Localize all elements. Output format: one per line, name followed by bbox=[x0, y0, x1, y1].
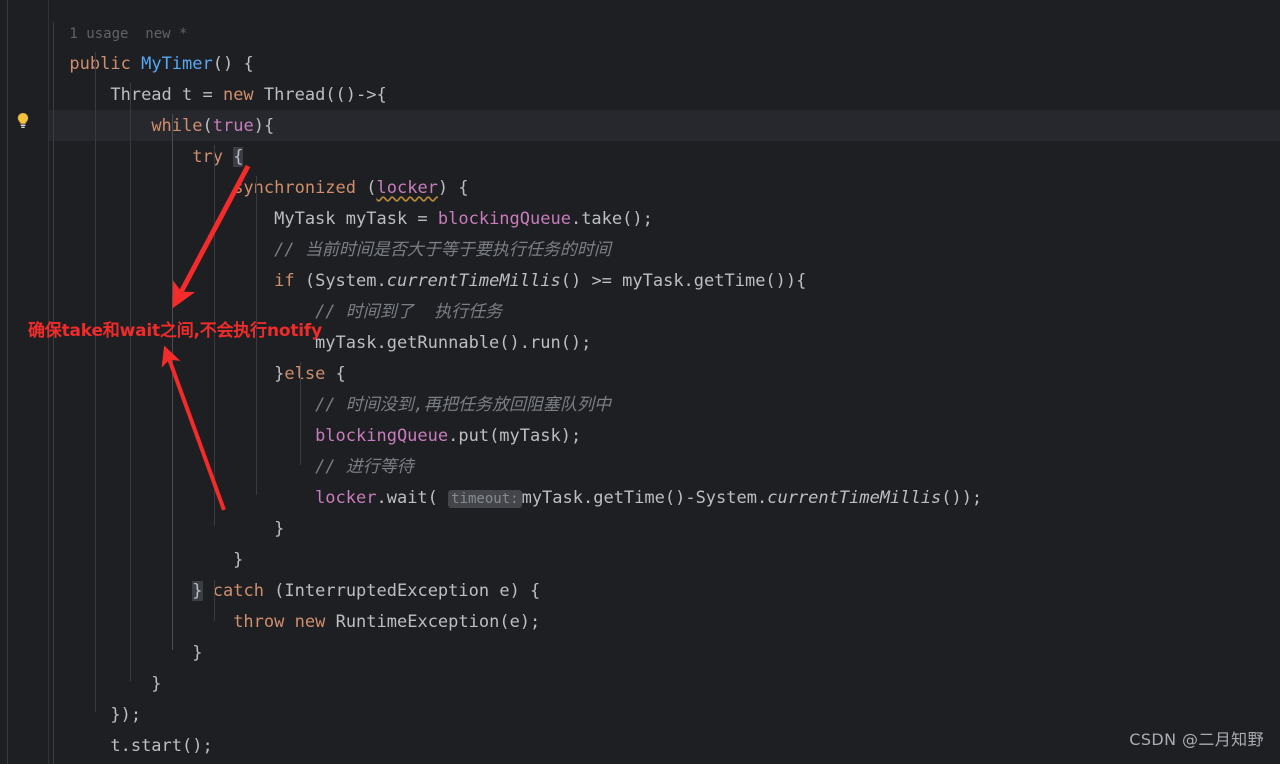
code-line[interactable]: synchronized (locker) { bbox=[0, 142, 1280, 173]
code-line[interactable]: // 进行等待 bbox=[0, 421, 1280, 452]
indent-guide bbox=[53, 22, 54, 764]
code-line[interactable]: } bbox=[0, 514, 1280, 545]
indent-guide bbox=[214, 580, 215, 621]
indent-guide bbox=[95, 52, 96, 712]
code-area[interactable]: 1 usage new * public MyTimer() { Thread … bbox=[0, 0, 1280, 764]
code-line[interactable]: blockingQueue.put(myTask); bbox=[0, 390, 1280, 421]
lightbulb-icon[interactable] bbox=[15, 112, 31, 130]
code-line[interactable]: locker.wait( timeout:myTask.getTime()-Sy… bbox=[0, 452, 1280, 483]
code-line[interactable]: MyTask myTask = blockingQueue.take(); bbox=[0, 173, 1280, 204]
ide-code-editor-screen: 1 usage new * public MyTimer() { Thread … bbox=[0, 0, 1280, 764]
code-line[interactable]: if (System.currentTimeMillis() >= myTask… bbox=[0, 235, 1280, 266]
code-line[interactable]: // 时间没到,再把任务放回阻塞队列中 bbox=[0, 359, 1280, 390]
code-line[interactable]: } bbox=[0, 483, 1280, 514]
code-line[interactable]: // 时间到了 执行任务 bbox=[0, 266, 1280, 297]
indent-guide bbox=[300, 362, 301, 465]
code-vision-hint-line[interactable]: 1 usage new * bbox=[0, 0, 1280, 18]
indent-guide-active bbox=[172, 114, 173, 650]
code-line[interactable]: Thread t = new Thread(()->{ bbox=[0, 49, 1280, 80]
code-line[interactable]: t.start(); bbox=[0, 700, 1280, 731]
code-line[interactable]: } bbox=[0, 607, 1280, 638]
code-line[interactable]: } bbox=[0, 638, 1280, 669]
code-line-current[interactable]: try { bbox=[0, 111, 1280, 142]
code-line[interactable]: while(true){ bbox=[0, 80, 1280, 111]
code-line[interactable]: }); bbox=[0, 669, 1280, 700]
code-line[interactable]: public MyTimer() { bbox=[0, 18, 1280, 49]
code-line[interactable]: } bbox=[0, 731, 1280, 762]
code-line[interactable]: throw new RuntimeException(e); bbox=[0, 576, 1280, 607]
annotation-note: 确保take和wait之间,不会执行notify bbox=[28, 316, 322, 341]
code-line[interactable]: // 当前时间是否大于等于要执行任务的时间 bbox=[0, 204, 1280, 235]
watermark: CSDN @二月知野 bbox=[1129, 726, 1264, 750]
indent-guide bbox=[130, 83, 131, 681]
code-line[interactable]: } catch (InterruptedException e) { bbox=[0, 545, 1280, 576]
